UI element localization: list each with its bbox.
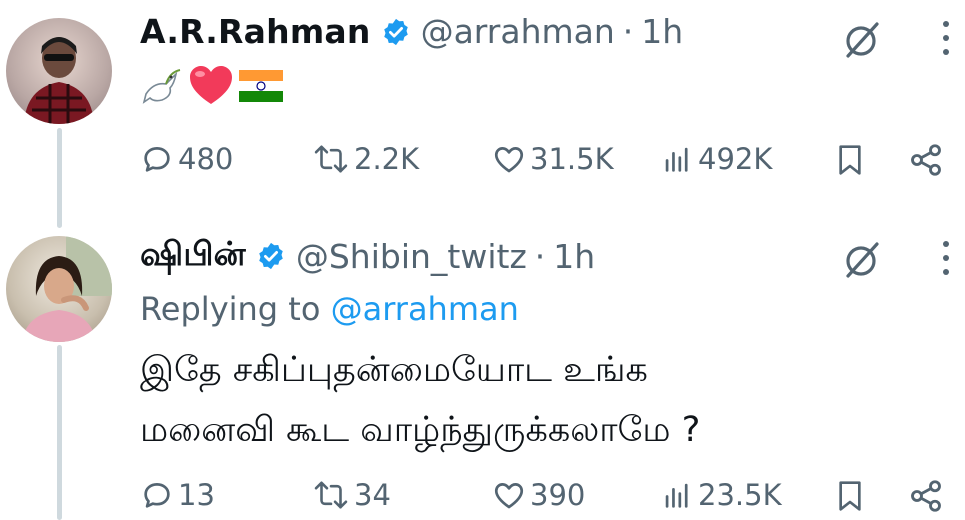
repost-count: 2.2K xyxy=(354,142,420,176)
tweet-2[interactable]: ஷிபின் @Shibin_twitz · 1h Replying to @a… xyxy=(0,230,965,520)
bookmark-icon xyxy=(839,145,861,175)
user-handle[interactable]: @Shibin_twitz xyxy=(296,237,527,276)
reply-button[interactable]: 13 xyxy=(140,478,215,512)
like-button[interactable]: 31.5K xyxy=(492,142,614,176)
repost-button[interactable]: 2.2K xyxy=(312,142,419,176)
share-button[interactable] xyxy=(908,478,944,514)
reply-count: 480 xyxy=(178,142,234,176)
bookmark-button[interactable] xyxy=(834,142,866,178)
tweet-text-line: இதே சகிப்புதன்மையோட உங்க xyxy=(140,350,648,390)
reply-count: 13 xyxy=(178,478,215,512)
tweet-text xyxy=(140,64,284,108)
separator-dot: · xyxy=(534,236,546,276)
share-icon xyxy=(911,480,941,512)
views-icon xyxy=(665,147,688,172)
timestamp[interactable]: 1h xyxy=(553,237,595,276)
more-options-icon[interactable] xyxy=(941,238,951,278)
share-icon xyxy=(911,144,941,176)
tweet-header: ஷிபின் @Shibin_twitz · 1h xyxy=(140,234,595,278)
like-count: 390 xyxy=(530,478,586,512)
grok-icon[interactable] xyxy=(842,240,882,280)
views-icon xyxy=(665,483,688,508)
heart-icon xyxy=(494,483,524,509)
repost-button[interactable]: 34 xyxy=(312,478,391,512)
separator-dot: · xyxy=(622,12,634,51)
avatar[interactable] xyxy=(6,236,112,342)
heart-emoji-icon xyxy=(190,66,232,104)
dove-emoji-icon xyxy=(142,69,181,104)
tweet-actions: 480 2.2K 31.5K 492K xyxy=(140,142,950,182)
reply-icon xyxy=(144,147,170,172)
thread-connector-line xyxy=(57,128,62,228)
repost-count: 34 xyxy=(354,478,391,512)
view-count: 492K xyxy=(698,142,773,176)
replying-to: Replying to @arrahman xyxy=(140,290,519,328)
replying-to-label: Replying to xyxy=(140,290,321,328)
tweet-1[interactable]: A.R.Rahman @arrahman · 1h 480 2.2K 31.5K… xyxy=(0,0,965,230)
repost-icon xyxy=(314,481,348,509)
user-handle[interactable]: @arrahman xyxy=(421,12,615,51)
display-name[interactable]: A.R.Rahman xyxy=(140,12,371,51)
replying-to-mention[interactable]: @arrahman xyxy=(331,290,519,328)
avatar[interactable] xyxy=(6,18,112,124)
tweet-actions: 13 34 390 23.5K xyxy=(140,478,950,518)
heart-icon xyxy=(494,147,524,173)
display-name[interactable]: ஷிபின் xyxy=(140,234,246,278)
reply-icon xyxy=(144,483,170,508)
verified-badge-icon xyxy=(259,242,283,270)
tweet-text-line: மனைவி கூட வாழ்ந்துருக்கலாமே ? xyxy=(140,410,701,450)
bookmark-icon xyxy=(839,481,861,511)
repost-icon xyxy=(314,145,348,173)
views-button[interactable]: 23.5K xyxy=(660,478,782,512)
like-count: 31.5K xyxy=(530,142,614,176)
tweet-header: A.R.Rahman @arrahman · 1h xyxy=(140,12,683,51)
view-count: 23.5K xyxy=(698,478,782,512)
more-options-icon[interactable] xyxy=(941,18,951,58)
views-button[interactable]: 492K xyxy=(660,142,772,176)
bookmark-button[interactable] xyxy=(834,478,866,514)
reply-button[interactable]: 480 xyxy=(140,142,233,176)
thread-connector-line xyxy=(57,345,62,520)
timestamp[interactable]: 1h xyxy=(641,12,683,51)
share-button[interactable] xyxy=(908,142,944,178)
india-flag-emoji-icon xyxy=(239,70,283,102)
tweet-text: இதே சகிப்புதன்மையோட உங்க மனைவி கூட வாழ்ந… xyxy=(140,340,940,460)
like-button[interactable]: 390 xyxy=(492,478,585,512)
grok-icon[interactable] xyxy=(842,20,882,60)
verified-badge-icon xyxy=(383,18,408,45)
